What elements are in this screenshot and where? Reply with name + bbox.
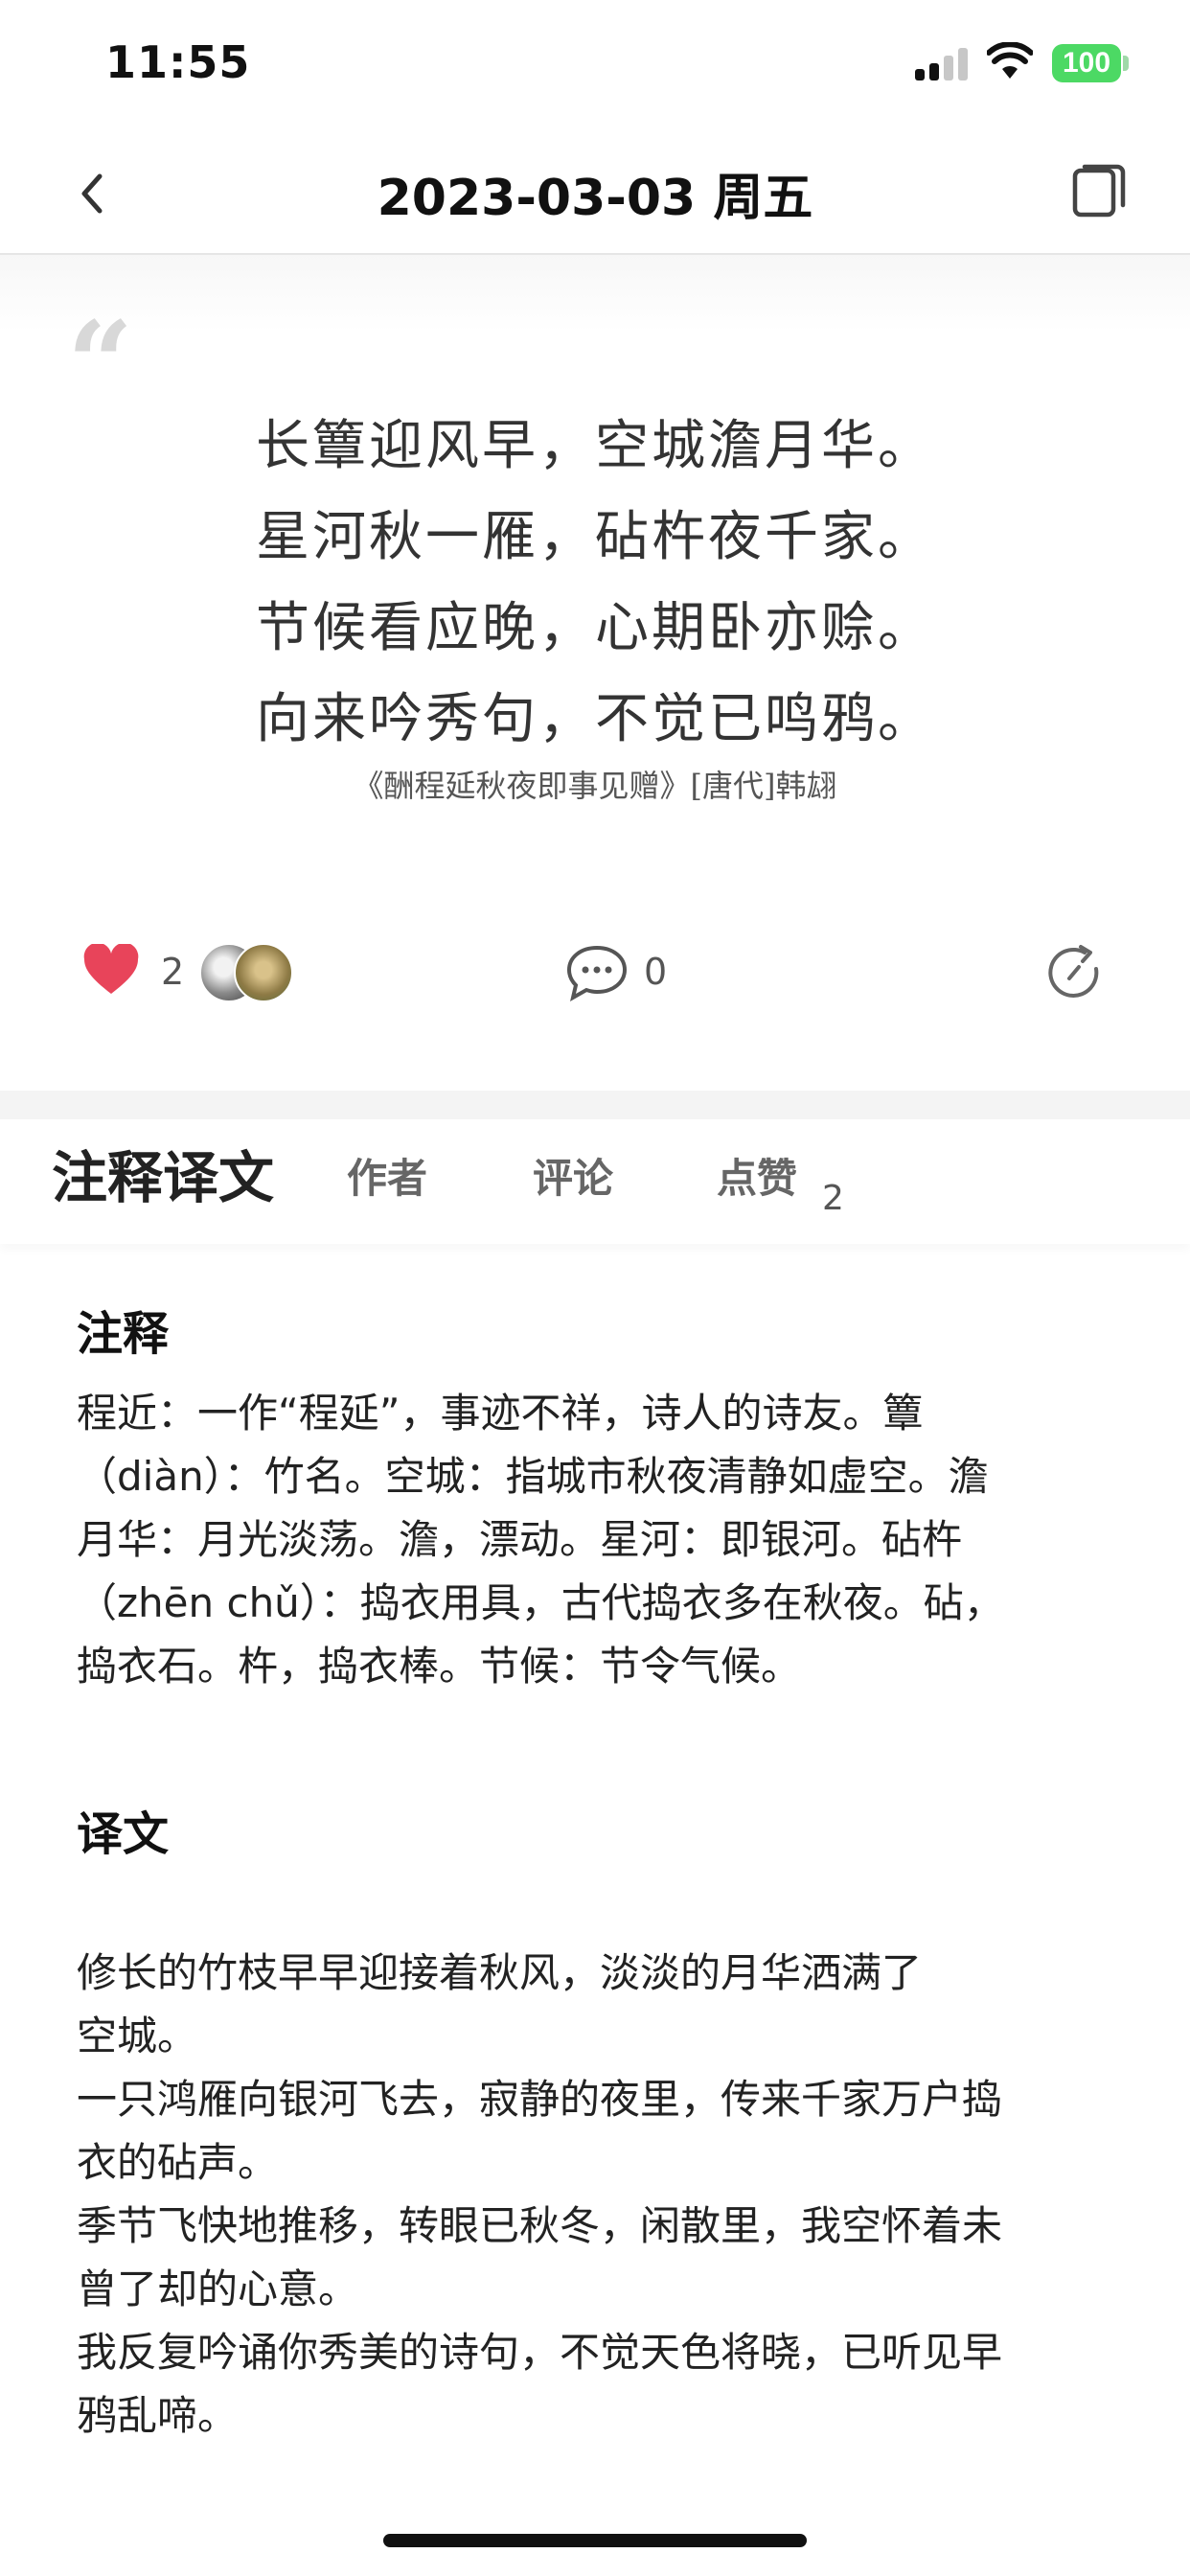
- annotation-line: 月华：月光淡荡。澹，漂动。星河：即银河。砧杵: [77, 1516, 963, 1563]
- navigation-bar: 2023-03-03 周五: [0, 134, 1190, 255]
- translation-text: 修长的竹枝早早迎接着秋风，淡淡的月华洒满了 空城。 一只鸿雁向银河飞去，寂静的夜…: [77, 1942, 1131, 2448]
- avatar: [234, 943, 293, 1002]
- cellular-signal-icon: [915, 48, 971, 80]
- annotation-title: 注释: [77, 1307, 170, 1361]
- tab-annotation-translation[interactable]: 注释译文: [52, 1133, 274, 1213]
- poem-text: 长簟迎风早，空城澹月华。 星河秋一雁，砧杵夜千家。 节候看应晚，心期卧亦赊。 向…: [0, 412, 1190, 776]
- translation-line: 曾了却的心意。: [77, 2266, 359, 2312]
- section-divider: [0, 1091, 1190, 1119]
- translation-line: 空城。: [77, 2012, 198, 2059]
- annotation-text: 程近：一作“程延”，事迹不祥，诗人的诗友。簟 （diàn）：竹名。空城：指城市秋…: [77, 1382, 1131, 1698]
- tab-comments[interactable]: 评论: [533, 1146, 613, 1205]
- like-heart-icon[interactable]: [82, 944, 140, 996]
- poem-line: 长簟迎风早，空城澹月华。: [256, 415, 934, 477]
- like-count: 2: [161, 951, 185, 993]
- refresh-icon[interactable]: [1046, 944, 1104, 1001]
- translation-line: 一只鸿雁向银河飞去，寂静的夜里，传来千家万户捣: [77, 2076, 1003, 2123]
- translation-title: 译文: [77, 1807, 170, 1861]
- poem-line: 节候看应晚，心期卧亦赊。: [256, 597, 934, 659]
- translation-line: 鸦乱啼。: [77, 2392, 239, 2439]
- translation-line: 衣的砧声。: [77, 2139, 279, 2186]
- comment-count: 0: [644, 951, 668, 993]
- likes-badge: 2: [822, 1179, 844, 1218]
- annotation-line: （diàn）：竹名。空城：指城市秋夜清静如虚空。澹: [77, 1453, 989, 1500]
- quote-mark: “: [67, 296, 134, 431]
- tab-author[interactable]: 作者: [347, 1146, 427, 1205]
- annotation-line: （zhēn chǔ）：捣衣用具，古代捣衣多在秋夜。砧，: [77, 1579, 1004, 1626]
- annotation-line: 程近：一作“程延”，事迹不祥，诗人的诗友。簟: [77, 1390, 924, 1437]
- translation-line: 修长的竹枝早早迎接着秋风，淡淡的月华洒满了: [77, 1949, 923, 1996]
- comment-icon[interactable]: [565, 944, 629, 1001]
- battery-icon: 100: [1052, 44, 1121, 82]
- translation-line: 我反复吟诵你秀美的诗句，不觉天色将晓，已听见早: [77, 2329, 1003, 2376]
- wifi-icon: [987, 42, 1033, 79]
- annotation-line: 捣衣石。杵，捣衣棒。节候：节令气候。: [77, 1643, 802, 1690]
- tab-likes[interactable]: 点赞: [717, 1146, 797, 1205]
- copy-icon[interactable]: [1071, 163, 1127, 220]
- page-title: 2023-03-03 周五: [377, 170, 813, 227]
- poem-line: 星河秋一雁，砧杵夜千家。: [256, 506, 934, 568]
- status-time: 11:55: [105, 36, 251, 88]
- translation-line: 季节飞快地推移，转眼已秋冬，闲散里，我空怀着未: [77, 2202, 1003, 2249]
- poem-source: 《酬程延秋夜即事见赠》[唐代]韩翃: [353, 768, 837, 804]
- battery-tip: [1123, 56, 1129, 71]
- liker-avatars[interactable]: [199, 943, 299, 1002]
- home-indicator[interactable]: [383, 2534, 807, 2547]
- tab-bar: 注释译文 作者 评论 点赞 2: [0, 1119, 1190, 1244]
